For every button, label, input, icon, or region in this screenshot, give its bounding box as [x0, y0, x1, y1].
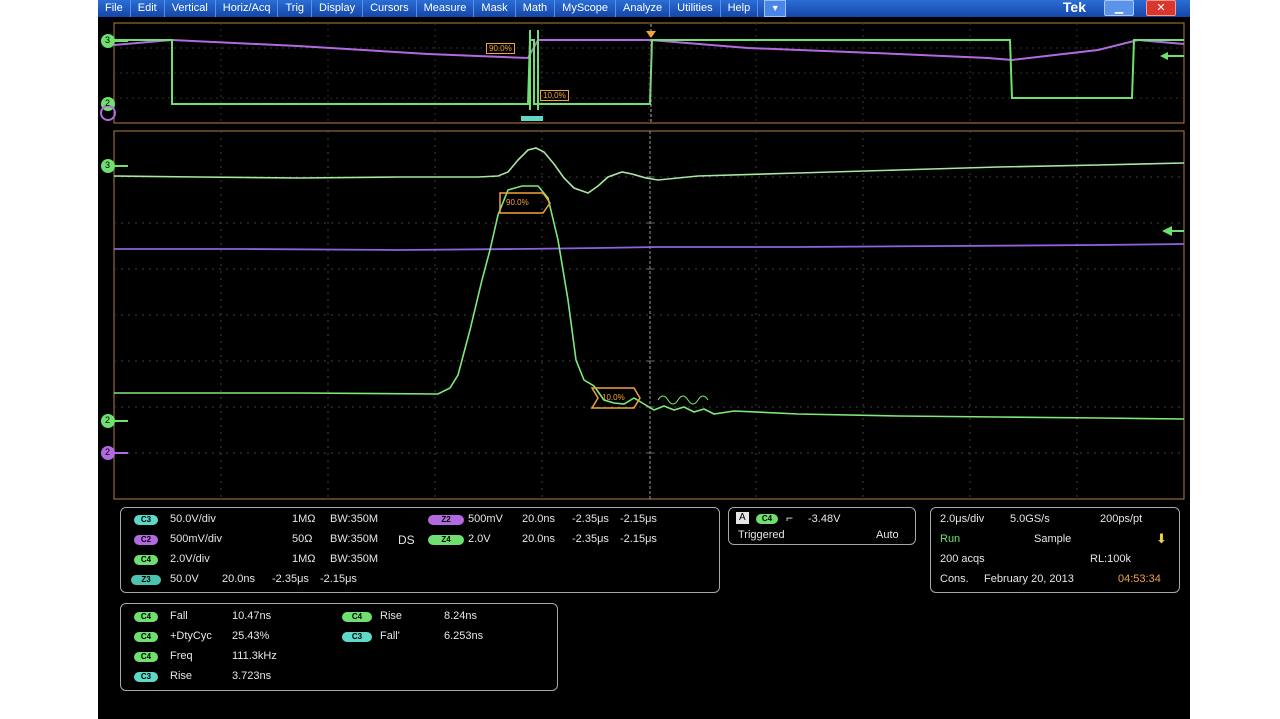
acq-mode: Sample	[1034, 533, 1072, 545]
measurement-value: 111.3kHz	[232, 650, 277, 662]
measurement-name: Fall'	[380, 630, 400, 642]
measurement-name: Rise	[380, 610, 403, 622]
measurement-name: Fall	[170, 610, 188, 622]
channel-scale[interactable]: 50.0V/div	[170, 513, 216, 525]
clock-time: 04:53:34	[1118, 573, 1161, 585]
measurement-name: +DtyCyc	[170, 630, 212, 642]
zoom-window-indicator	[521, 116, 543, 121]
acq-count: 200 acqs	[940, 553, 985, 565]
measurement-value: 10.47ns	[232, 610, 272, 622]
channel-bandwidth: BW:350M	[330, 553, 379, 565]
channel-t1: -2.35μs	[272, 573, 309, 585]
ref-time: 20.0ns	[522, 513, 556, 525]
trigger-mode: Auto	[876, 529, 899, 541]
ref-scale[interactable]: 500mV	[468, 513, 503, 525]
ref-t1: -2.35μs	[572, 513, 609, 525]
ch2-marker-number: 2	[105, 415, 111, 425]
channel-scale[interactable]: 50.0V	[170, 573, 199, 585]
ref-badge[interactable]: Z4	[428, 535, 464, 545]
measurement-value: 25.43%	[232, 630, 270, 642]
ch2-trace	[114, 243, 1185, 251]
ref-marker-number: 2	[105, 447, 111, 457]
main-grid	[114, 131, 1184, 499]
arrow-down-icon: ⬇	[1156, 531, 1167, 546]
cons-label: Cons.	[940, 573, 969, 585]
ch4-trace	[114, 185, 1185, 420]
trigger-status: Triggered	[738, 529, 785, 541]
measurement-value: 6.253ns	[444, 630, 484, 642]
channel-badge[interactable]: Z3	[131, 575, 161, 585]
lower-ref-text: 10.0%	[602, 393, 625, 402]
channel-scale[interactable]: 500mV/div	[170, 533, 222, 545]
measurement-name: Freq	[170, 650, 193, 662]
measurement-badge[interactable]: C3	[134, 672, 158, 682]
overview-grid	[114, 23, 1184, 123]
ds-label: DS	[398, 533, 415, 547]
oscilloscope-window: File Edit Vertical Horiz/Acq Trig Displa…	[98, 0, 1190, 719]
ref-t2: -2.15μs	[620, 513, 657, 525]
ref-time: 20.0ns	[522, 533, 556, 545]
overview-label-top: 90.0%	[486, 43, 515, 54]
channel-impedance: 1MΩ	[292, 513, 316, 525]
channel-badge[interactable]: C3	[134, 515, 158, 525]
channel-impedance: 1MΩ	[292, 553, 316, 565]
date: February 20, 2013	[984, 573, 1074, 585]
ch3-marker-number: 3	[105, 160, 111, 170]
trigger-position-marker	[646, 31, 656, 38]
measurement-badge[interactable]: C3	[342, 632, 372, 642]
ch3-trace	[113, 147, 1185, 194]
overview-label-bottom: 10.0%	[540, 90, 569, 101]
run-state: Run	[940, 533, 961, 545]
ref-t2: -2.15μs	[620, 533, 657, 545]
main-graticule	[113, 130, 1185, 500]
ringing-detail	[657, 395, 709, 405]
trigger-level-marker	[1162, 226, 1172, 236]
sample-rate: 5.0GS/s	[1010, 513, 1050, 525]
horiz-scale: 2.0μs/div	[940, 513, 985, 525]
resolution: 200ps/pt	[1100, 513, 1143, 525]
trigger-level: -3.48V	[808, 513, 841, 525]
measurement-badge[interactable]: C4	[134, 652, 158, 662]
measurement-badge[interactable]: C4	[134, 612, 158, 622]
trigger-mode-icon: A	[736, 512, 749, 524]
channel-impedance: 50Ω	[292, 533, 313, 545]
channel-scale[interactable]: 2.0V/div	[170, 553, 210, 565]
measurement-value: 3.723ns	[232, 670, 272, 682]
channel-bandwidth: BW:350M	[330, 513, 379, 525]
falling-edge-icon: ⌐	[786, 511, 794, 525]
ref-t1: -2.35μs	[572, 533, 609, 545]
measurement-value: 8.24ns	[444, 610, 478, 622]
channel-badge[interactable]: C2	[134, 535, 158, 545]
ref-scale[interactable]: 2.0V	[468, 533, 491, 545]
channel-t2: -2.15μs	[320, 573, 357, 585]
overview-ch3-number: 3	[105, 35, 111, 45]
overview-ch2-number: 2	[105, 98, 111, 108]
ref-badge[interactable]: Z2	[428, 515, 464, 525]
measurement-badge[interactable]: C4	[134, 632, 158, 642]
record-length: RL:100k	[1090, 553, 1131, 565]
measurement-name: Rise	[170, 670, 193, 682]
channel-bandwidth: BW:350M	[330, 533, 379, 545]
measurement-badge[interactable]: C4	[342, 612, 372, 622]
channel-badge[interactable]: C4	[134, 555, 158, 565]
trigger-channel-badge: C4	[756, 514, 778, 524]
channel-time: 20.0ns	[222, 573, 256, 585]
upper-ref-text: 90.0%	[506, 198, 529, 207]
